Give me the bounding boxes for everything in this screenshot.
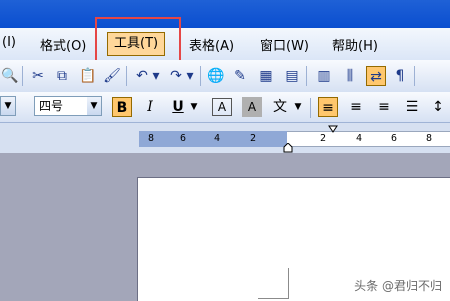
toolbar-separator [414,66,415,86]
toolbar-separator [306,66,307,86]
paste-icon[interactable]: 📋 [78,66,98,86]
tables-borders-icon[interactable]: ✎ [230,66,250,86]
align-right-button[interactable]: ≡ [374,97,394,117]
horizontal-ruler[interactable]: 8 6 4 2 2 4 6 8 [0,123,450,153]
ruler-label: 2 [320,133,327,144]
ruler-label: 8 [426,133,433,144]
standard-toolbar: 🔍 ✂ ⧉ 📋 🖌 ↶ ▾ ↷ ▾ 🌐 ✎ ▦ ▤ ▥ ⫼ ⇄ ¶ [0,60,450,93]
document-map-icon[interactable]: ⇄ [366,66,386,86]
font-size-value: 四号 [39,99,64,113]
hanging-indent-marker[interactable] [283,143,293,153]
undo-dropdown-icon[interactable]: ▾ [150,66,162,86]
font-size-select[interactable]: 四号 ▼ [34,96,102,116]
ruler-label: 4 [356,133,363,144]
font-dropdown-icon[interactable]: ▼ [1,97,15,115]
toolbar-separator [22,66,23,86]
align-center-button[interactable]: ≡ [346,97,366,117]
show-hide-icon[interactable]: ¶ [390,66,410,86]
ruler-label: 8 [148,133,155,144]
drawing-icon[interactable]: ⫼ [340,66,360,86]
formatting-toolbar: ▼ 四号 ▼ B I U ▼ A A 文 ▼ ≡ ≡ ≡ ☰ ↕ [0,92,450,123]
menu-bar: (I) 格式(O) 工具(T) 表格(A) 窗口(W) 帮助(H) [0,28,450,61]
first-line-indent-marker[interactable] [328,125,338,133]
line-spacing-button[interactable]: ↕ [428,97,448,117]
menu-item-format[interactable]: 格式(O) [40,35,86,54]
title-bar [0,0,450,28]
undo-icon[interactable]: ↶ [132,66,152,86]
character-shading-button[interactable]: A [242,97,262,117]
hyperlink-icon[interactable]: 🌐 [206,66,226,86]
phonetic-dropdown-icon[interactable]: ▼ [292,97,304,117]
align-justify-button[interactable]: ≡ [318,97,338,117]
cut-icon[interactable]: ✂ [28,66,48,86]
menu-item-window[interactable]: 窗口(W) [260,35,309,54]
toolbar-separator [200,66,201,86]
underline-dropdown-icon[interactable]: ▼ [188,97,200,117]
font-size-dropdown-icon[interactable]: ▼ [87,97,101,115]
insert-excel-icon[interactable]: ▤ [282,66,302,86]
text-boundary-corner [258,268,289,299]
distributed-align-button[interactable]: ☰ [402,97,422,117]
toolbar-separator [126,66,127,86]
menu-item-table[interactable]: 表格(A) [189,35,234,54]
research-icon[interactable]: 🔍 [0,66,20,86]
redo-dropdown-icon[interactable]: ▾ [184,66,196,86]
columns-icon[interactable]: ▥ [314,66,334,86]
menu-item-tools[interactable]: 工具(T) [107,32,166,56]
watermark: 头条 @君归不归 [354,279,442,293]
ruler-label: 6 [391,133,398,144]
underline-button[interactable]: U [168,97,188,117]
ruler-margin-shade [139,131,287,147]
menu-item-help[interactable]: 帮助(H) [332,35,378,54]
copy-icon[interactable]: ⧉ [52,66,72,86]
font-name-select[interactable]: ▼ [0,96,16,116]
italic-button[interactable]: I [140,97,160,117]
redo-icon[interactable]: ↷ [166,66,186,86]
ruler-label: 6 [180,133,187,144]
toolbar-separator [310,98,311,118]
insert-table-icon[interactable]: ▦ [256,66,276,86]
menu-item-insert-partial[interactable]: (I) [2,35,16,50]
ruler-label: 4 [214,133,221,144]
ruler-label: 2 [250,133,257,144]
bold-button[interactable]: B [112,97,132,117]
format-painter-icon[interactable]: 🖌 [102,66,122,86]
character-border-button[interactable]: A [212,98,232,116]
phonetic-guide-button[interactable]: 文 [270,97,290,117]
